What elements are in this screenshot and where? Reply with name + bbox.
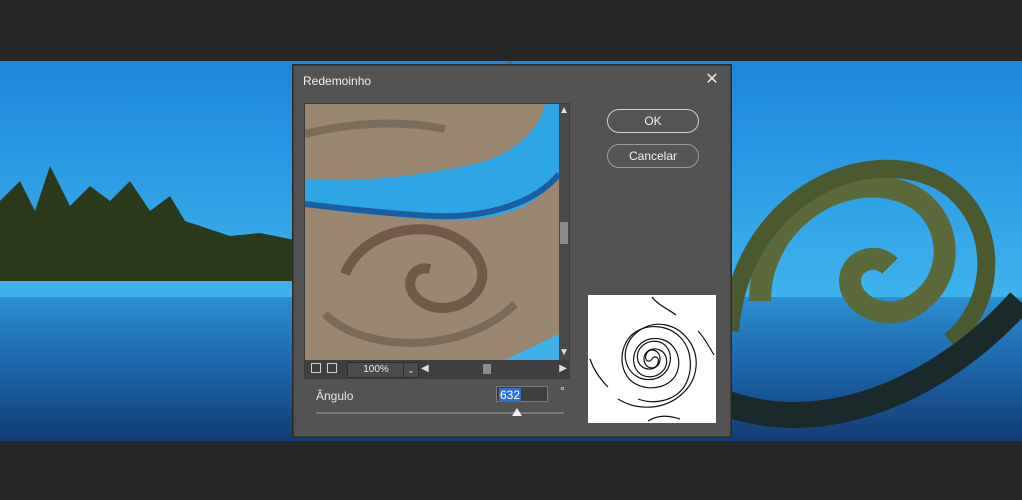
canvas-trees: [0, 166, 300, 281]
preview-swirl-art: [305, 104, 559, 360]
preview-vertical-scrollbar[interactable]: ▲ ▼: [559, 104, 569, 360]
close-icon[interactable]: ✕: [702, 70, 722, 90]
swirl-preview-icon: [588, 295, 716, 423]
angle-label: Ângulo: [316, 389, 354, 403]
triangle-up-icon[interactable]: ▲: [559, 106, 569, 116]
angle-slider-track[interactable]: [316, 412, 564, 414]
dialog-title: Redemoinho: [303, 74, 372, 88]
triangle-right-icon[interactable]: ▶: [559, 362, 567, 376]
vertical-scroll-thumb[interactable]: [560, 222, 568, 244]
cancel-button[interactable]: Cancelar: [607, 144, 699, 168]
preview-image[interactable]: [305, 104, 559, 360]
chevron-down-icon[interactable]: ⌄: [403, 362, 419, 378]
angle-slider-thumb[interactable]: [511, 408, 522, 416]
preview-toolbar: 100% ⌄ ◀ ▶: [305, 360, 569, 378]
zoom-level[interactable]: 100%: [347, 362, 405, 378]
triangle-left-icon[interactable]: ◀: [421, 362, 429, 376]
horizontal-scroll-thumb[interactable]: [483, 364, 491, 374]
minus-icon[interactable]: [311, 363, 321, 373]
preview-panel: ▲ ▼ 100% ⌄ ◀ ▶: [304, 103, 570, 379]
plus-icon[interactable]: [327, 363, 337, 373]
twirl-dialog: Redemoinho ✕ ▲ ▼ 100% ⌄ ◀ ▶ OK Cancelar …: [293, 65, 731, 437]
ok-button[interactable]: OK: [607, 109, 699, 133]
angle-input[interactable]: 632: [496, 386, 548, 402]
canvas-swirl: [715, 159, 1022, 428]
triangle-down-icon[interactable]: ▼: [559, 348, 569, 358]
angle-value: 632: [499, 388, 522, 402]
degree-unit: °: [560, 384, 565, 398]
